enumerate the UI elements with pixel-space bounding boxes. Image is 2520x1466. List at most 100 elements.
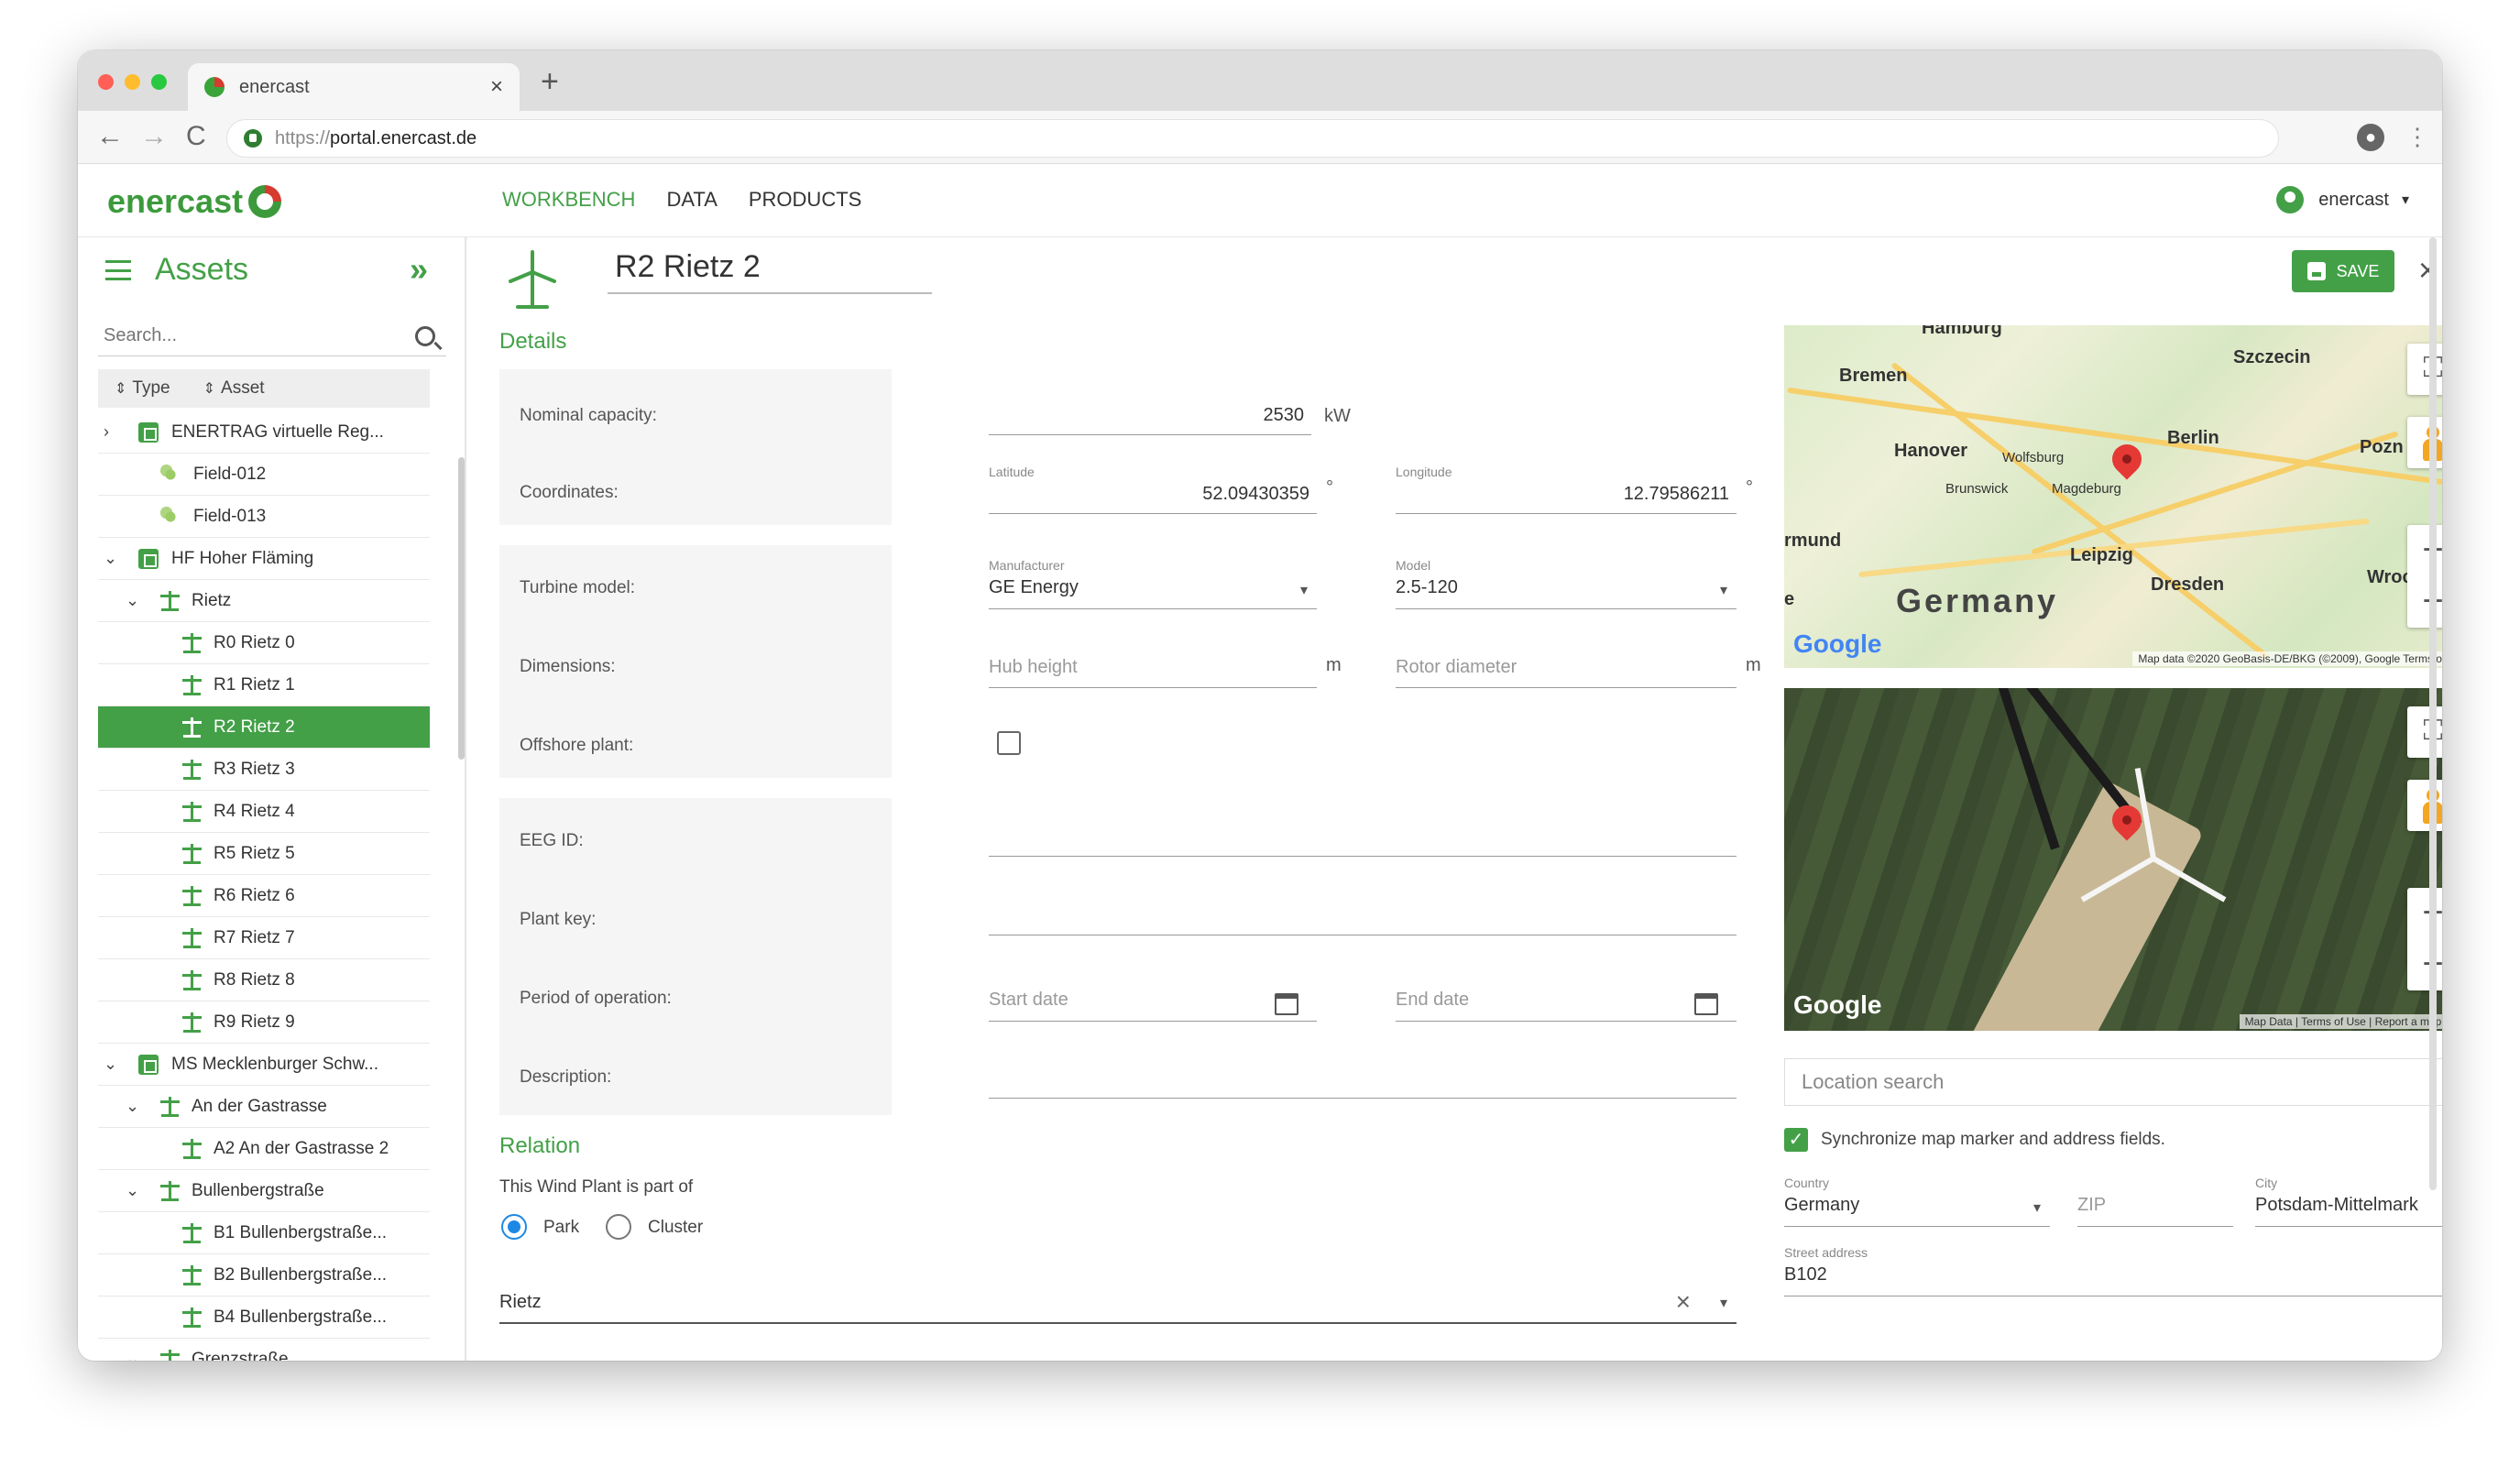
map-marker-icon[interactable] [2106,438,2148,480]
rotor-diameter-placeholder: Rotor diameter [1396,657,1517,677]
tree-item[interactable]: Field-013 [98,496,430,538]
relation-select[interactable]: Rietz × ▾ [499,1284,1737,1324]
sync-checkbox[interactable]: ✓ [1784,1128,1808,1152]
latitude-field[interactable]: Latitude 52.09430359 [989,465,1317,514]
tree-item-label: A2 An der Gastrasse 2 [214,1138,389,1158]
satellite-zoom-out-button[interactable]: − [2407,939,2442,990]
clear-relation-icon[interactable]: × [1676,1284,1691,1320]
satellite-map[interactable]: Google Map Data | Terms of Use | Report … [1784,688,2442,1031]
new-tab-button[interactable]: + [541,63,559,100]
location-search-input[interactable]: Location search [1784,1058,2442,1106]
tree-chevron-icon[interactable]: ⌄ [104,1055,117,1074]
tree-item[interactable]: ⌄ An der Gastrasse [98,1086,430,1128]
road-map[interactable]: Hamburg Szczecin Bremen Hanover Wolfsbur… [1784,325,2442,668]
relation-caret-icon[interactable]: ▾ [1720,1285,1727,1322]
satellite-pegman-icon[interactable] [2407,780,2442,831]
main-scrollbar[interactable] [2429,237,2437,1190]
plant-key-field[interactable] [989,899,1737,935]
street-field[interactable]: Street address B102 [1784,1245,2442,1296]
tree-item[interactable]: ⌄ HF Hoher Fläming [98,538,430,580]
tree-item[interactable]: R6 Rietz 6 [98,875,430,917]
enercast-logo[interactable]: enercast [107,182,282,221]
tree-item[interactable]: R7 Rietz 7 [98,917,430,959]
sort-type-column[interactable]: Type [115,378,170,399]
end-date-field[interactable]: End date [1396,981,1737,1022]
user-menu[interactable]: enercast ▾ [2276,186,2409,213]
browser-menu-icon[interactable]: ⋮ [2405,122,2429,151]
back-icon[interactable]: ← [96,118,124,155]
sort-asset-column[interactable]: Asset [203,378,265,399]
tree-item[interactable]: ⌄ Grenzstraße [98,1339,430,1361]
tree-item[interactable]: B1 Bullenbergstraße... [98,1212,430,1254]
tree-item[interactable]: A2 An der Gastrasse 2 [98,1128,430,1170]
nav-products[interactable]: PRODUCTS [749,188,861,212]
tree-chevron-icon[interactable]: ⌄ [126,1181,139,1200]
close-window-button[interactable] [98,74,114,90]
street-view-pegman-icon[interactable] [2407,417,2442,468]
city-field[interactable]: City Potsdam-Mittelmark [2255,1176,2442,1227]
nav-data[interactable]: DATA [666,188,717,212]
minimize-window-button[interactable] [125,74,140,90]
sync-label: Synchronize map marker and address field… [1821,1130,2165,1149]
search-icon[interactable] [415,325,435,346]
start-date-field[interactable]: Start date [989,981,1317,1022]
tree-item[interactable]: R3 Rietz 3 [98,749,430,791]
tree-item[interactable]: Field-012 [98,454,430,496]
tree-chevron-icon[interactable]: › [104,422,109,442]
zoom-in-button[interactable]: + [2407,525,2442,576]
description-field[interactable] [989,1058,1737,1099]
zoom-out-button[interactable]: − [2407,576,2442,628]
tree-item[interactable]: ⌄ Bullenbergstraße [98,1170,430,1212]
tree-item[interactable]: R4 Rietz 4 [98,791,430,833]
tree-chevron-icon[interactable]: ⌄ [126,591,139,610]
country-select[interactable]: Country Germany ▾ [1784,1176,2050,1227]
tree-item[interactable]: B2 Bullenbergstraße... [98,1254,430,1296]
tree-item[interactable]: › ENERTRAG virtuelle Reg... [98,411,430,454]
menu-icon[interactable] [105,259,131,280]
nav-workbench[interactable]: WORKBENCH [502,188,635,212]
asset-search-input[interactable] [98,325,415,346]
zip-field[interactable]: ZIP [2077,1190,2233,1227]
offshore-checkbox[interactable] [997,731,1021,755]
map-attribution[interactable]: Map data ©2020 GeoBasis-DE/BKG (©2009), … [2132,651,2442,666]
close-tab-icon[interactable]: × [490,74,503,100]
satellite-zoom-in-button[interactable]: + [2407,888,2442,939]
satellite-attribution[interactable]: Map Data | Terms of Use | Report a map e… [2239,1014,2442,1029]
tree-item[interactable]: R9 Rietz 9 [98,1001,430,1044]
tree-item[interactable]: B4 Bullenbergstraße... [98,1296,430,1339]
save-button[interactable]: SAVE [2292,250,2394,292]
asset-name-input[interactable]: R2 Rietz 2 [608,246,932,294]
cluster-radio[interactable] [606,1214,631,1240]
sidebar-scrollbar[interactable] [458,457,465,760]
reload-icon[interactable]: C [186,118,206,155]
collapse-sidebar-icon[interactable]: » [410,250,428,289]
hub-height-field[interactable]: Hub height [989,651,1317,688]
start-calendar-icon[interactable] [1275,993,1298,1015]
rotor-diameter-field[interactable]: Rotor diameter [1396,651,1737,688]
tree-item[interactable]: R5 Rietz 5 [98,833,430,875]
browser-tab[interactable]: enercast × [188,63,520,111]
tree-chevron-icon[interactable]: ⌄ [126,1350,139,1361]
tree-chevron-icon[interactable]: ⌄ [104,549,117,568]
manufacturer-select[interactable]: Manufacturer GE Energy ▾ [989,558,1317,609]
wind-turbine-icon [182,759,202,780]
maximize-window-button[interactable] [151,74,167,90]
tree-item[interactable]: R1 Rietz 1 [98,664,430,706]
model-select[interactable]: Model 2.5-120 ▾ [1396,558,1737,609]
satellite-fullscreen-icon[interactable]: ⛶ [2407,706,2442,758]
tree-item[interactable]: R0 Rietz 0 [98,622,430,664]
tree-chevron-icon[interactable]: ⌄ [126,1097,139,1116]
park-radio[interactable] [501,1214,527,1240]
fullscreen-icon[interactable]: ⛶ [2407,344,2442,395]
address-bar[interactable]: https:// portal.enercast.de [226,119,2279,158]
tree-item[interactable]: R8 Rietz 8 [98,959,430,1001]
longitude-field[interactable]: Longitude 12.79586211 [1396,465,1737,514]
tree-item[interactable]: ⌄ MS Mecklenburger Schw... [98,1044,430,1086]
end-calendar-icon[interactable] [1694,993,1718,1015]
profile-icon[interactable]: ● [2357,124,2384,151]
tree-item[interactable]: ⌄ Rietz [98,580,430,622]
forward-icon[interactable]: → [140,118,168,155]
tree-item[interactable]: R2 Rietz 2 [98,706,430,749]
nominal-capacity-field[interactable]: 2530 [989,399,1311,435]
eeg-id-field[interactable] [989,820,1737,857]
